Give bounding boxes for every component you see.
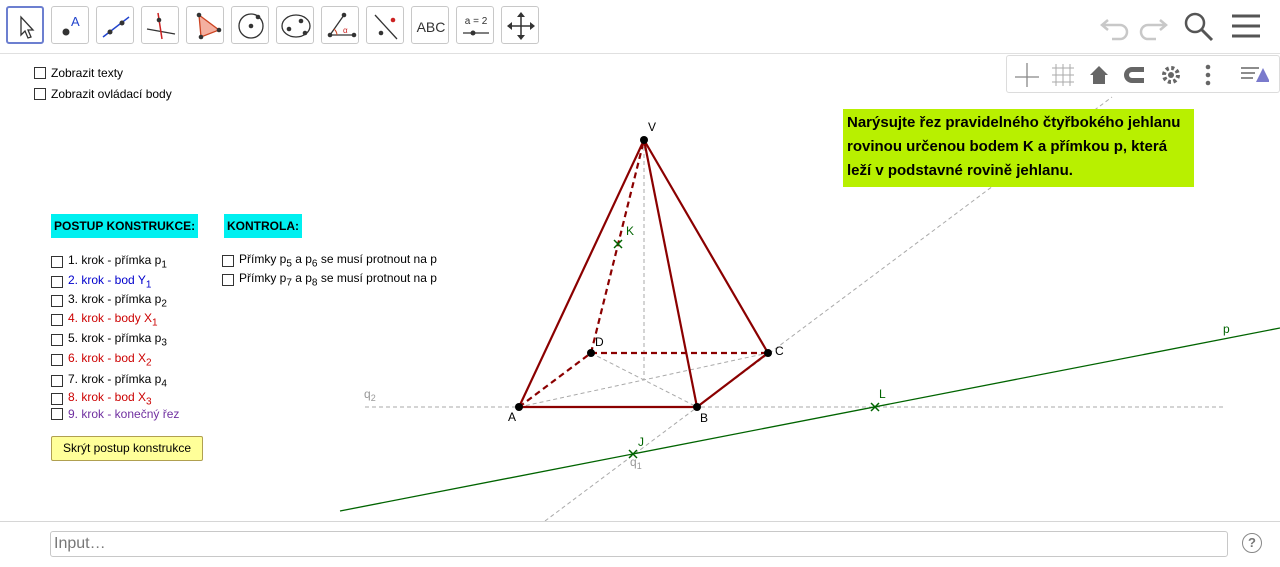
home-icon[interactable]	[1084, 60, 1114, 90]
point-C[interactable]	[764, 349, 772, 357]
edge-DV[interactable]	[589, 139, 646, 354]
more-icon[interactable]	[1193, 60, 1223, 90]
label-L: L	[879, 387, 886, 401]
help-icon[interactable]: ?	[1242, 533, 1262, 553]
input-bar: Input… ?	[0, 521, 1280, 567]
checkbox-box[interactable]	[51, 294, 63, 307]
show-control-points-checkbox[interactable]: Zobrazit ovládací body	[34, 87, 172, 101]
construction-header: POSTUP KONSTRUKCE:	[51, 214, 199, 238]
construction-step-label: 9. krok - konečný řez	[68, 407, 180, 421]
algebra-input[interactable]: Input…	[50, 531, 1228, 557]
construction-step[interactable]: 3. krok - přímka p2	[51, 292, 167, 309]
construction-step[interactable]: 1. krok - přímka p1	[51, 253, 167, 270]
style-toggle-icon[interactable]	[1239, 60, 1269, 90]
control-item[interactable]: Přímky p7 a p8 se musí protnout na p	[222, 271, 437, 288]
grid-icon[interactable]	[1048, 60, 1078, 90]
label-J: J	[638, 435, 644, 449]
control-item[interactable]: Přímky p5 a p6 se musí protnout na p	[222, 252, 437, 269]
checkbox-box[interactable]	[51, 255, 63, 268]
construction-step-label: 8. krok - bod X3	[68, 390, 152, 408]
point-B[interactable]	[693, 403, 701, 411]
axes-icon[interactable]	[1012, 60, 1042, 90]
construction-step-label: 5. krok - přímka p3	[68, 331, 167, 349]
task-text: Narýsujte řez pravidelného čtyřbokého je…	[843, 109, 1194, 187]
label-B: B	[700, 411, 708, 425]
edge-CV[interactable]	[643, 139, 769, 354]
point-D[interactable]	[587, 349, 595, 357]
label-D: D	[595, 335, 604, 349]
label-q2: q2	[364, 387, 376, 403]
point-V[interactable]	[640, 136, 648, 144]
line-p[interactable]	[339, 327, 1280, 512]
label-p: p	[1223, 322, 1230, 336]
control-item-label: Přímky p7 a p8 se musí protnout na p	[239, 271, 437, 289]
settings-icon[interactable]	[1156, 60, 1186, 90]
hide-construction-button[interactable]: Skrýt postup konstrukce	[51, 436, 203, 461]
construction-step-label: 4. krok - body X1	[68, 311, 158, 329]
checkbox-box[interactable]	[51, 353, 63, 366]
construction-step-label: 7. krok - přímka p4	[68, 372, 167, 390]
show-texts-label: Zobrazit texty	[51, 66, 124, 80]
construction-step-label: 2. krok - bod Y1	[68, 273, 152, 291]
construction-step[interactable]: 5. krok - přímka p3	[51, 331, 167, 348]
construction-step[interactable]: 7. krok - přímka p4	[51, 372, 167, 389]
construction-step-label: 6. krok - bod X2	[68, 351, 152, 369]
checkbox-box[interactable]	[222, 254, 234, 267]
label-V: V	[648, 120, 656, 134]
construction-step-label: 3. krok - přímka p2	[68, 292, 167, 310]
checkbox-box[interactable]	[51, 408, 63, 420]
control-header: KONTROLA:	[224, 214, 302, 238]
checkbox-box[interactable]	[34, 67, 46, 79]
label-q1: q1	[630, 455, 642, 471]
edge-AV[interactable]	[518, 139, 645, 408]
label-A: A	[508, 410, 516, 424]
checkbox-box[interactable]	[222, 273, 234, 286]
construction-step[interactable]: 8. krok - bod X3	[51, 390, 152, 407]
checkbox-box[interactable]	[51, 313, 63, 326]
checkbox-box[interactable]	[34, 88, 46, 100]
checkbox-box[interactable]	[51, 374, 63, 387]
magnet-icon[interactable]	[1120, 60, 1150, 90]
construction-step[interactable]: 9. krok - konečný řez	[51, 407, 179, 421]
diagonal-BD	[590, 352, 698, 408]
point-A[interactable]	[515, 403, 523, 411]
checkbox-box[interactable]	[51, 275, 63, 288]
control-item-label: Přímky p5 a p6 se musí protnout na p	[239, 252, 437, 270]
construction-step-label: 1. krok - přímka p1	[68, 253, 167, 271]
construction-step[interactable]: 4. krok - body X1	[51, 311, 158, 328]
construction-step[interactable]: 2. krok - bod Y1	[51, 273, 151, 290]
construction-step[interactable]: 6. krok - bod X2	[51, 351, 152, 368]
show-texts-checkbox[interactable]: Zobrazit texty	[34, 66, 123, 80]
label-C: C	[775, 344, 784, 358]
show-control-points-label: Zobrazit ovládací body	[51, 87, 172, 101]
graphics-style-bar	[1006, 55, 1280, 93]
edge-BV[interactable]	[642, 139, 699, 408]
checkbox-box[interactable]	[51, 333, 63, 346]
label-K: K	[626, 224, 634, 238]
checkbox-box[interactable]	[51, 392, 63, 405]
